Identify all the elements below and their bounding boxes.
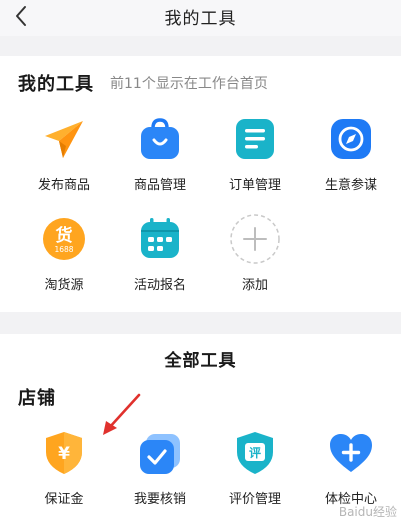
tool-label: 添加 xyxy=(241,278,268,293)
tool-label: 订单管理 xyxy=(228,178,281,193)
source-badge-sub: 1688 xyxy=(54,245,73,254)
health-heart-icon xyxy=(330,434,372,472)
tool-label: 保证金 xyxy=(44,492,84,507)
tool-review-manage[interactable]: 评 评价管理 xyxy=(210,430,300,507)
tool-label: 发布商品 xyxy=(37,178,90,193)
deposit-glyph: ¥ xyxy=(58,444,70,464)
tool-event-signup[interactable]: 活动报名 xyxy=(115,216,205,293)
my-tools-title: 我的工具 xyxy=(18,74,94,95)
review-icon: 评 xyxy=(237,432,273,474)
all-tools-title: 全部工具 xyxy=(164,351,237,371)
shopping-bag-icon xyxy=(141,118,179,159)
huo-source-icon: 货 1688 xyxy=(43,218,85,260)
deposit-shield-icon: ¥ xyxy=(46,432,82,474)
tool-publish-product[interactable]: 发布商品 xyxy=(19,116,109,193)
my-tools-subtitle: 前11个显示在工作台首页 xyxy=(110,76,268,92)
tool-label: 淘货源 xyxy=(44,278,84,293)
order-list-icon xyxy=(236,119,274,159)
tool-source-goods[interactable]: 货 1688 淘货源 xyxy=(19,216,109,293)
tool-deposit[interactable]: ¥ 保证金 xyxy=(19,430,109,507)
tool-health-center[interactable]: 体检中心 xyxy=(306,430,396,507)
paper-plane-icon xyxy=(45,121,83,158)
top-bar: 我的工具 xyxy=(0,0,401,36)
tool-label: 活动报名 xyxy=(133,278,186,293)
all-tools-card: 全部工具 店铺 ¥ 保证金 我要核销 评 评价管理 体检中心 Baidu经验 xyxy=(0,334,401,526)
my-tools-card: 我的工具 前11个显示在工作台首页 发布商品 商品管理 订单管理 生意参谋 货 … xyxy=(0,56,401,312)
add-icon xyxy=(230,214,280,264)
calendar-icon xyxy=(141,218,179,258)
tool-add[interactable]: 添加 xyxy=(210,214,300,293)
source-badge-main: 货 xyxy=(56,225,73,246)
tool-verify[interactable]: 我要核销 xyxy=(115,430,205,507)
shop-section-title: 店铺 xyxy=(18,388,56,409)
annotation-arrow xyxy=(103,393,141,435)
tool-product-manage[interactable]: 商品管理 xyxy=(115,116,205,193)
review-glyph: 评 xyxy=(249,446,261,460)
page-title: 我的工具 xyxy=(164,9,237,29)
tool-order-manage[interactable]: 订单管理 xyxy=(210,116,300,193)
tool-label: 我要核销 xyxy=(133,492,186,507)
tool-label: 评价管理 xyxy=(228,492,281,507)
compass-icon xyxy=(331,119,371,159)
tool-label: 商品管理 xyxy=(133,178,186,193)
tool-business-advisor[interactable]: 生意参谋 xyxy=(306,116,396,193)
watermark: Baidu经验 xyxy=(338,505,397,519)
tool-label: 生意参谋 xyxy=(324,178,377,193)
